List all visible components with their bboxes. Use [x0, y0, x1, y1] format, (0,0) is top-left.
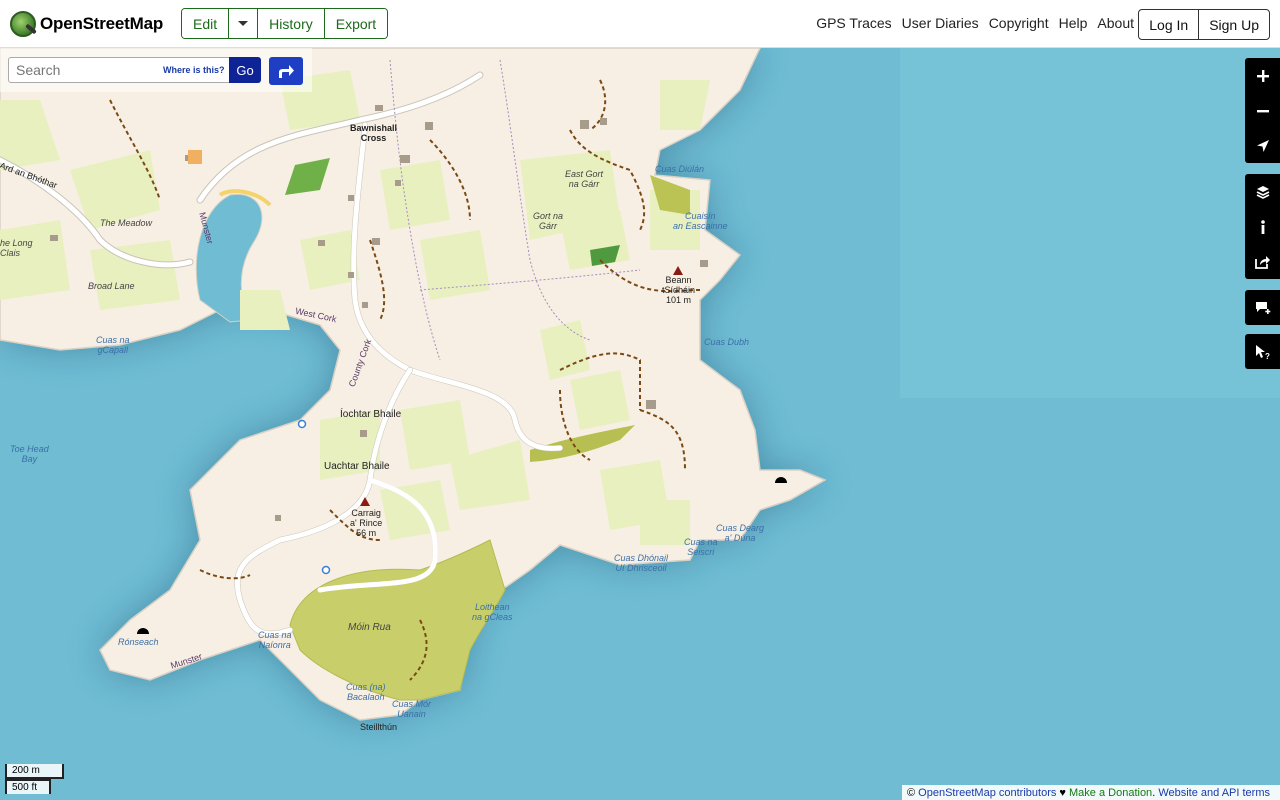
share-icon — [1254, 255, 1270, 269]
label-the-meadow: The Meadow — [100, 218, 153, 228]
search-box: Where is this? — [8, 57, 230, 83]
label-uachtar-bhaile: Uachtar Bhaile — [324, 461, 390, 472]
layers-button[interactable] — [1245, 174, 1280, 209]
zoom-out-button[interactable] — [1245, 93, 1280, 128]
label-east-gort: East Gort na Gárr — [565, 169, 604, 189]
signup-button[interactable]: Sign Up — [1199, 10, 1269, 39]
zoom-controls — [1245, 58, 1280, 163]
secondary-nav: GPS Traces User Diaries Copyright Help A… — [816, 15, 1134, 31]
attribution: © OpenStreetMap contributors ♥ Make a Do… — [902, 785, 1280, 800]
nav-about[interactable]: About — [1097, 15, 1134, 31]
label-cuas-dearg: Cuas Dearg a' Dúna — [716, 523, 765, 543]
scale-bar: 200 m 500 ft — [5, 764, 64, 794]
attribution-copy: © — [907, 787, 919, 799]
label-bawnishall-cross: Bawnishall Cross — [350, 123, 398, 143]
zoom-out-icon — [1256, 109, 1269, 112]
edit-button-group: Edit History Export — [181, 8, 389, 39]
osm-logo-icon — [10, 10, 36, 37]
label-long-clais: he Long Clais — [0, 238, 33, 258]
map-canvas — [0, 48, 1280, 800]
logo-text: OpenStreetMap — [40, 13, 164, 33]
label-loithean: Loithean na gCleas — [472, 602, 513, 622]
logo[interactable]: OpenStreetMap — [10, 10, 164, 37]
nav-user-diaries[interactable]: User Diaries — [902, 15, 979, 31]
layer-controls — [1245, 174, 1280, 279]
label-toe-head-bay: Toe Head Bay — [10, 444, 49, 464]
label-cuas-seiscri: Cuas na Seiscri — [684, 537, 718, 557]
note-controls — [1245, 290, 1280, 325]
label-broad-lane: Broad Lane — [88, 281, 135, 291]
caret-down-icon — [238, 21, 249, 26]
label-gort-na-garr: Gort na Gárr — [533, 211, 564, 231]
label-cuas-diulan: Cuas Diúlán — [655, 164, 705, 174]
label-cuas-dhonail: Cuas Dhónail Uí Dhrisceoil — [614, 553, 669, 573]
label-cuas-gcapall: Cuas na gCapall — [96, 335, 130, 355]
nav-help[interactable]: Help — [1059, 15, 1088, 31]
edit-button[interactable]: Edit — [182, 9, 230, 38]
orange-building — [188, 150, 202, 164]
map-key-button[interactable] — [1245, 209, 1280, 244]
zoom-in-icon — [1256, 69, 1269, 82]
label-carraig-a-rince: Carraig a' Rince 56 m — [350, 508, 383, 538]
label-cuas-naionra: Cuas na Naíonra — [258, 630, 292, 650]
heart-icon: ♥ — [1056, 787, 1070, 799]
share-button[interactable] — [1245, 244, 1280, 279]
sea-light — [900, 48, 1280, 398]
info-icon — [1260, 219, 1265, 234]
query-controls: ? — [1245, 334, 1280, 369]
label-ronseach: Rónseach — [118, 637, 159, 647]
label-cuas-dubh: Cuas Dubh — [704, 337, 750, 347]
label-steillthun: Steillthún — [360, 722, 398, 732]
go-button[interactable]: Go — [229, 57, 261, 83]
edit-dropdown-button[interactable] — [229, 9, 259, 38]
label-cuas-mor: Cuas Mór Uanain — [392, 699, 432, 719]
nav-copyright[interactable]: Copyright — [989, 15, 1049, 31]
scale-imperial: 500 ft — [5, 779, 51, 794]
svg-text:?: ? — [1265, 352, 1270, 360]
osm-contributors-link[interactable]: OpenStreetMap contributors — [918, 787, 1056, 799]
label-iochtar-bhaile: Íochtar Bhaile — [340, 409, 402, 420]
layers-icon — [1256, 185, 1269, 199]
map[interactable]: Bawnishall Cross Ard an Bhóthar The Meado… — [0, 48, 1280, 800]
header: OpenStreetMap Edit History Export GPS Tr… — [0, 0, 1280, 48]
login-button[interactable]: Log In — [1139, 10, 1200, 39]
export-button[interactable]: Export — [324, 9, 388, 38]
label-cuas-bacalaoh: Cuas (na) Bacalaoh — [346, 682, 386, 702]
poi-circle-2 — [321, 565, 331, 575]
history-button[interactable]: History — [258, 9, 325, 38]
directions-button[interactable] — [269, 57, 303, 85]
donate-link[interactable]: Make a Donation — [1069, 787, 1152, 799]
nav-gps-traces[interactable]: GPS Traces — [816, 15, 891, 31]
terms-link[interactable]: Website and API terms — [1158, 787, 1270, 799]
where-is-this-link[interactable]: Where is this? — [163, 65, 225, 75]
locate-button[interactable] — [1245, 128, 1280, 163]
poi-circle-1 — [297, 419, 307, 429]
locate-arrow-icon — [1256, 139, 1269, 152]
zoom-in-button[interactable] — [1245, 58, 1280, 93]
auth-buttons: Log In Sign Up — [1138, 9, 1270, 40]
query-cursor-icon: ? — [1255, 344, 1270, 360]
label-moin-rua: Móin Rua — [348, 622, 391, 633]
directions-icon — [279, 65, 294, 78]
label-cuaisin: Cuaisín an Eascainne — [673, 211, 728, 231]
search-panel: Where is this? Go — [0, 48, 312, 92]
label-beann-tsidhain: Beann tSídháin 101 m — [662, 275, 696, 305]
add-note-icon — [1255, 301, 1270, 314]
query-features-button[interactable]: ? — [1245, 334, 1280, 369]
search-input[interactable] — [9, 62, 159, 78]
add-note-button[interactable] — [1245, 290, 1280, 325]
scale-metric: 200 m — [5, 764, 64, 779]
